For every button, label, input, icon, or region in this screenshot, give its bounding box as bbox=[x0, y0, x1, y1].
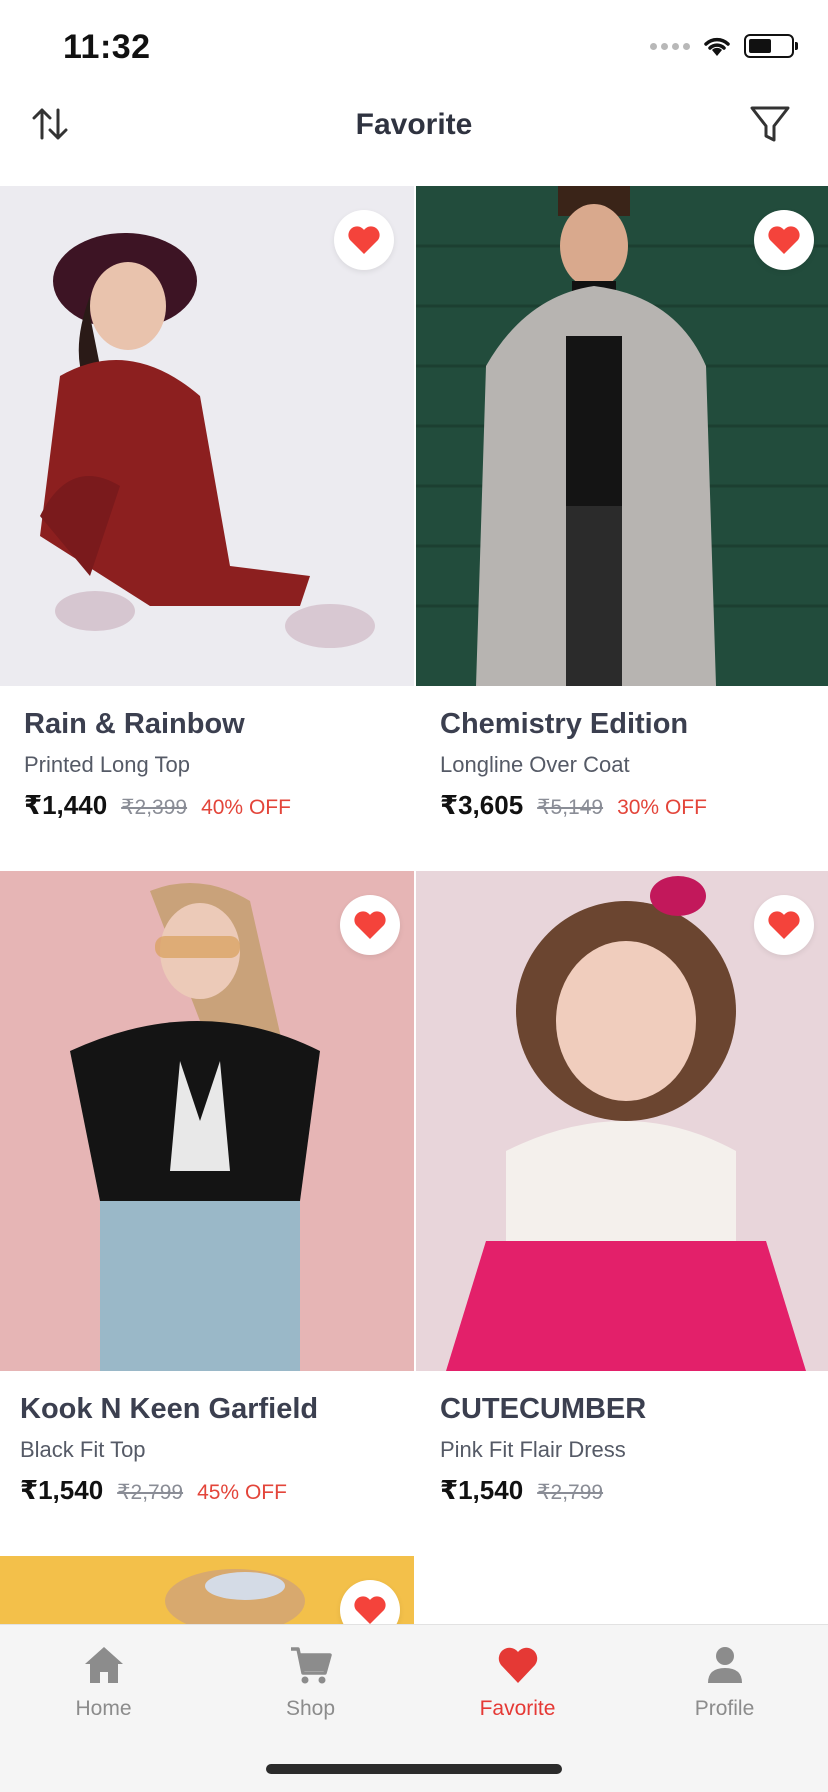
price-row: ₹1,540 ₹2,799 bbox=[440, 1475, 820, 1506]
product-discount: 30% OFF bbox=[617, 796, 707, 819]
heart-icon bbox=[348, 226, 380, 254]
product-price: ₹3,605 bbox=[440, 790, 524, 820]
nav-profile[interactable]: Profile bbox=[621, 1643, 828, 1743]
product-info: Kook N Keen Garfield Black Fit Top ₹1,54… bbox=[20, 1389, 400, 1506]
product-price: ₹1,540 bbox=[440, 1475, 524, 1505]
status-bar: 11:32 bbox=[0, 0, 828, 92]
battery-icon bbox=[744, 34, 798, 58]
product-discount: 45% OFF bbox=[197, 1481, 287, 1504]
wifi-icon bbox=[704, 37, 730, 56]
price-row: ₹1,440 ₹2,399 40% OFF bbox=[24, 790, 404, 821]
favorite-button[interactable] bbox=[754, 895, 814, 955]
heart-icon bbox=[354, 911, 386, 939]
product-mrp: ₹2,799 bbox=[117, 1481, 184, 1504]
nav-favorite[interactable]: Favorite bbox=[414, 1643, 621, 1743]
price-row: ₹3,605 ₹5,149 30% OFF bbox=[440, 790, 820, 821]
product-mrp: ₹5,149 bbox=[537, 796, 604, 819]
product-brand: Rain & Rainbow bbox=[24, 708, 245, 740]
nav-label: Favorite bbox=[479, 1697, 556, 1720]
favorites-screen: 11:32 Favorite Rain & Rainbow Printed Lo… bbox=[0, 0, 828, 1792]
product-discount: 40% OFF bbox=[201, 796, 291, 819]
filter-button[interactable] bbox=[744, 98, 796, 150]
heart-icon bbox=[768, 911, 800, 939]
product-subtitle: Pink Fit Flair Dress bbox=[440, 1437, 626, 1462]
product-price: ₹1,440 bbox=[24, 790, 108, 820]
product-info: Chemistry Edition Longline Over Coat ₹3,… bbox=[440, 704, 820, 821]
product-price: ₹1,540 bbox=[20, 1475, 104, 1505]
page-title: Favorite bbox=[355, 108, 473, 141]
status-icons bbox=[650, 34, 798, 58]
header: Favorite bbox=[0, 92, 828, 184]
product-subtitle: Black Fit Top bbox=[20, 1437, 146, 1462]
product-info: Rain & Rainbow Printed Long Top ₹1,440 ₹… bbox=[24, 704, 404, 821]
heart-icon bbox=[768, 226, 800, 254]
signal-icon bbox=[650, 42, 690, 50]
product-brand: Kook N Keen Garfield bbox=[20, 1393, 319, 1425]
product-mrp: ₹2,399 bbox=[121, 796, 188, 819]
nav-home[interactable]: Home bbox=[0, 1643, 207, 1743]
product-subtitle: Longline Over Coat bbox=[440, 752, 630, 777]
heart-icon bbox=[498, 1647, 537, 1683]
home-indicator bbox=[266, 1764, 562, 1774]
cart-icon bbox=[290, 1647, 332, 1684]
heart-icon bbox=[354, 1596, 386, 1624]
favorite-button[interactable] bbox=[754, 210, 814, 270]
product-mrp: ₹2,799 bbox=[537, 1481, 604, 1504]
product-brand: Chemistry Edition bbox=[440, 708, 689, 740]
product-info: CUTECUMBER Pink Fit Flair Dress ₹1,540 ₹… bbox=[440, 1389, 820, 1506]
status-time: 11:32 bbox=[63, 28, 151, 66]
nav-shop[interactable]: Shop bbox=[207, 1643, 414, 1743]
price-row: ₹1,540 ₹2,799 45% OFF bbox=[20, 1475, 400, 1506]
nav-label: Home bbox=[75, 1697, 132, 1720]
nav-label: Shop bbox=[285, 1697, 336, 1720]
filter-icon bbox=[750, 106, 790, 142]
home-icon bbox=[84, 1647, 123, 1683]
product-brand: CUTECUMBER bbox=[440, 1393, 647, 1425]
person-icon bbox=[707, 1647, 742, 1683]
favorite-button[interactable] bbox=[340, 895, 400, 955]
nav-label: Profile bbox=[694, 1697, 755, 1720]
product-subtitle: Printed Long Top bbox=[24, 752, 190, 777]
favorite-button[interactable] bbox=[334, 210, 394, 270]
